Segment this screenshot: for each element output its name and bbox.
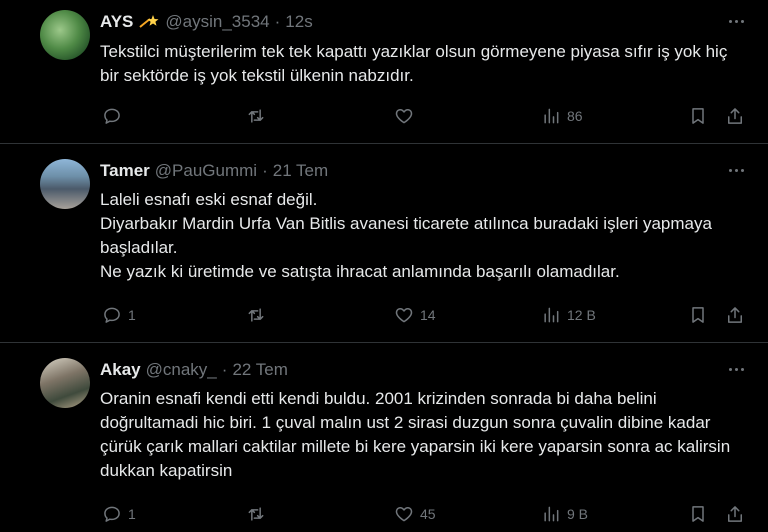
tweet-actions: 86 xyxy=(100,105,750,127)
shooting-star-icon xyxy=(139,15,159,28)
timestamp[interactable]: 21 Tem xyxy=(273,161,328,181)
user-handle[interactable]: @cnaky_ xyxy=(146,360,217,380)
avatar[interactable] xyxy=(40,10,90,60)
retweet-icon xyxy=(248,507,264,521)
reply-icon xyxy=(104,108,120,124)
share-button[interactable] xyxy=(725,304,745,326)
display-name[interactable]: AYS xyxy=(100,12,133,32)
more-options-icon[interactable] xyxy=(726,160,746,180)
share-icon xyxy=(728,506,742,522)
display-name[interactable]: Tamer xyxy=(100,161,150,181)
reply-button[interactable]: 1 xyxy=(102,503,136,525)
bookmark-icon xyxy=(692,108,704,124)
retweet-button[interactable] xyxy=(246,503,272,525)
tweet-actions: 1 45 9 B xyxy=(100,503,750,525)
share-icon xyxy=(728,307,742,323)
reply-count: 1 xyxy=(128,506,136,522)
avatar[interactable] xyxy=(40,358,90,408)
views-chart-icon xyxy=(544,108,559,124)
like-button[interactable]: 14 xyxy=(394,304,436,326)
separator-dot: · xyxy=(221,360,228,379)
more-options-icon[interactable] xyxy=(726,11,746,31)
user-handle[interactable]: @aysin_3534 xyxy=(165,12,269,32)
tweet-text: Oranin esnafi kendi etti kendi buldu. 20… xyxy=(100,389,731,480)
views-chart-icon xyxy=(544,307,559,323)
share-icon xyxy=(728,108,742,124)
heart-icon xyxy=(395,507,413,522)
more-options-icon[interactable] xyxy=(726,359,746,379)
tweet[interactable]: AYS @aysin_3534 · 12s Tekstilci müşteril… xyxy=(0,0,768,144)
views-button[interactable]: 86 xyxy=(541,105,583,127)
separator-dot: · xyxy=(274,12,281,31)
views-count: 12 B xyxy=(567,307,596,323)
views-button[interactable]: 9 B xyxy=(541,503,588,525)
reply-button[interactable] xyxy=(102,105,128,127)
tweet-feed: AYS @aysin_3534 · 12s Tekstilci müşteril… xyxy=(0,0,768,532)
retweet-button[interactable] xyxy=(246,105,272,127)
tweet-text: Tekstilci müşterilerim tek tek kapattı y… xyxy=(100,42,728,85)
like-button[interactable]: 45 xyxy=(394,503,436,525)
reply-icon xyxy=(104,307,120,323)
timestamp[interactable]: 12s xyxy=(285,12,312,32)
views-button[interactable]: 12 B xyxy=(541,304,596,326)
user-handle[interactable]: @PauGummi xyxy=(155,161,257,181)
bookmark-button[interactable] xyxy=(688,304,708,326)
tweet-header: AYS @aysin_3534 · 12s xyxy=(100,11,313,33)
tweet-text: Laleli esnafı eski esnaf değil. Diyarbak… xyxy=(100,190,712,281)
like-button[interactable] xyxy=(394,105,420,127)
share-button[interactable] xyxy=(725,105,745,127)
bookmark-icon xyxy=(692,506,704,522)
retweet-icon xyxy=(248,308,264,322)
avatar[interactable] xyxy=(40,159,90,209)
bookmark-button[interactable] xyxy=(688,503,708,525)
heart-icon xyxy=(395,109,413,124)
like-count: 45 xyxy=(420,506,436,522)
tweet[interactable]: Tamer @PauGummi · 21 Tem Laleli esnafı e… xyxy=(0,144,768,343)
bookmark-button[interactable] xyxy=(688,105,708,127)
like-count: 14 xyxy=(420,307,436,323)
display-name[interactable]: Akay xyxy=(100,360,141,380)
heart-icon xyxy=(395,308,413,323)
views-count: 9 B xyxy=(567,506,589,522)
retweet-button[interactable] xyxy=(246,304,272,326)
timestamp[interactable]: 22 Tem xyxy=(232,360,287,380)
views-count: 86 xyxy=(567,108,583,124)
retweet-icon xyxy=(248,109,264,123)
tweet-actions: 1 14 12 B xyxy=(100,304,750,326)
reply-icon xyxy=(104,506,120,522)
views-chart-icon xyxy=(544,506,559,522)
reply-button[interactable]: 1 xyxy=(102,304,136,326)
reply-count: 1 xyxy=(128,307,136,323)
bookmark-icon xyxy=(692,307,704,323)
tweet[interactable]: Akay @cnaky_ · 22 Tem Oranin esnafi kend… xyxy=(0,343,768,532)
tweet-header: Tamer @PauGummi · 21 Tem xyxy=(100,160,328,182)
separator-dot: · xyxy=(262,161,268,180)
tweet-header: Akay @cnaky_ · 22 Tem xyxy=(100,359,288,381)
share-button[interactable] xyxy=(725,503,745,525)
